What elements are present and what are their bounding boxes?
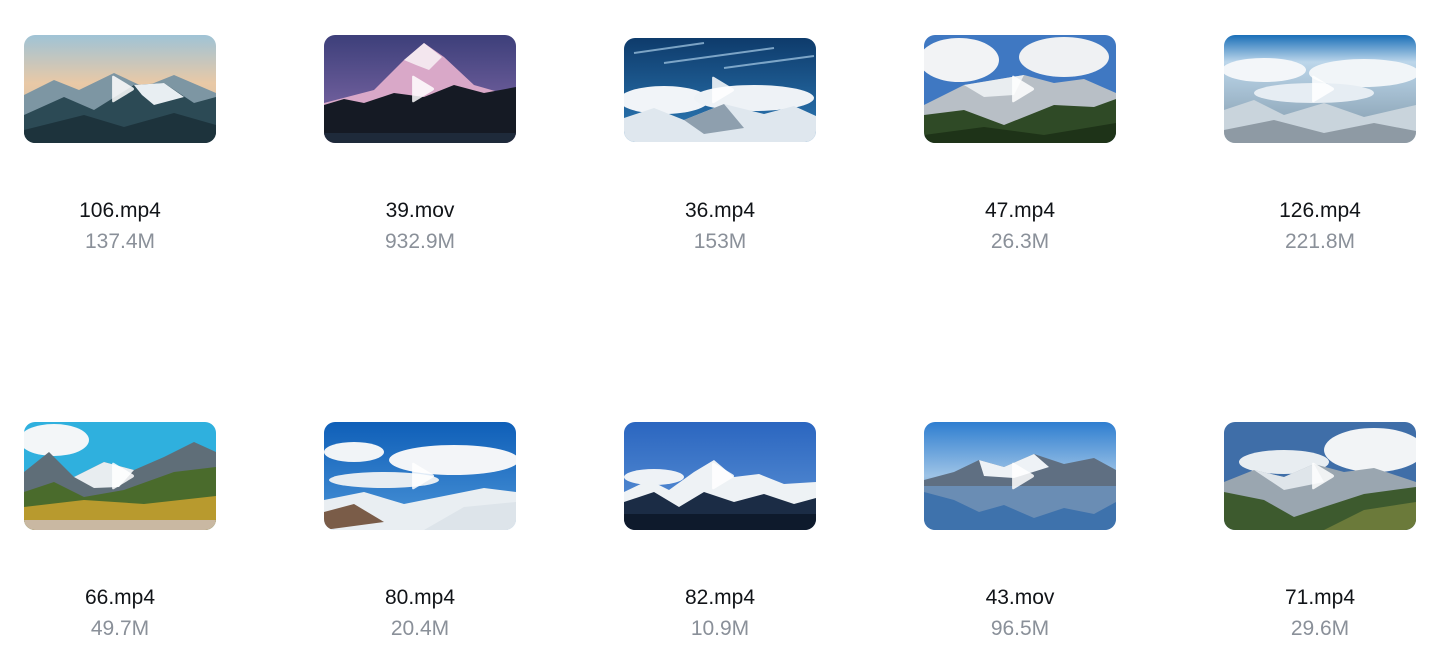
file-size: 49.7M: [90, 617, 150, 640]
video-card[interactable]: 36.mp4 153M: [624, 35, 816, 253]
file-name[interactable]: 106.mp4: [24, 199, 216, 223]
video-thumbnail[interactable]: [1224, 422, 1416, 530]
video-card[interactable]: 66.mp4 49.7M: [24, 422, 216, 640]
video-thumbnail[interactable]: [924, 422, 1116, 530]
video-thumbnail[interactable]: [324, 35, 516, 143]
video-thumbnail[interactable]: [624, 38, 816, 142]
file-size: 96.5M: [990, 617, 1050, 640]
play-icon[interactable]: [109, 462, 135, 490]
play-icon[interactable]: [1009, 75, 1035, 103]
video-card[interactable]: 39.mov 932.9M: [324, 35, 516, 253]
file-name[interactable]: 36.mp4: [624, 199, 816, 223]
file-name[interactable]: 43.mov: [924, 586, 1116, 610]
play-icon[interactable]: [1309, 462, 1335, 490]
play-icon[interactable]: [409, 75, 435, 103]
file-size: 10.9M: [690, 617, 750, 640]
file-name[interactable]: 82.mp4: [624, 586, 816, 610]
video-thumbnail[interactable]: [624, 422, 816, 530]
video-thumbnail[interactable]: [924, 35, 1116, 143]
file-size: 29.6M: [1290, 617, 1350, 640]
video-card[interactable]: 106.mp4 137.4M: [24, 35, 216, 253]
video-card[interactable]: 126.mp4 221.8M: [1224, 35, 1416, 253]
video-card[interactable]: 82.mp4 10.9M: [624, 422, 816, 640]
file-name[interactable]: 71.mp4: [1224, 586, 1416, 610]
file-name[interactable]: 66.mp4: [24, 586, 216, 610]
file-size: 221.8M: [1284, 230, 1356, 253]
video-card[interactable]: 47.mp4 26.3M: [924, 35, 1116, 253]
file-size: 153M: [693, 230, 747, 253]
video-thumbnail[interactable]: [1224, 35, 1416, 143]
play-icon[interactable]: [1009, 462, 1035, 490]
file-name[interactable]: 126.mp4: [1224, 199, 1416, 223]
file-size: 137.4M: [84, 230, 156, 253]
file-size: 932.9M: [384, 230, 456, 253]
file-name[interactable]: 39.mov: [324, 199, 516, 223]
file-size: 20.4M: [390, 617, 450, 640]
video-gallery: 106.mp4 137.4M 39.mov 932.9M 36.mp4 153M…: [0, 0, 1434, 655]
video-card[interactable]: 71.mp4 29.6M: [1224, 422, 1416, 640]
play-icon[interactable]: [709, 462, 735, 490]
video-thumbnail[interactable]: [24, 35, 216, 143]
play-icon[interactable]: [1309, 75, 1335, 103]
file-size: 26.3M: [990, 230, 1050, 253]
play-icon[interactable]: [709, 76, 735, 104]
video-card[interactable]: 80.mp4 20.4M: [324, 422, 516, 640]
video-card[interactable]: 43.mov 96.5M: [924, 422, 1116, 640]
play-icon[interactable]: [109, 75, 135, 103]
video-thumbnail[interactable]: [24, 422, 216, 530]
file-name[interactable]: 80.mp4: [324, 586, 516, 610]
file-name[interactable]: 47.mp4: [924, 199, 1116, 223]
video-thumbnail[interactable]: [324, 422, 516, 530]
play-icon[interactable]: [409, 462, 435, 490]
